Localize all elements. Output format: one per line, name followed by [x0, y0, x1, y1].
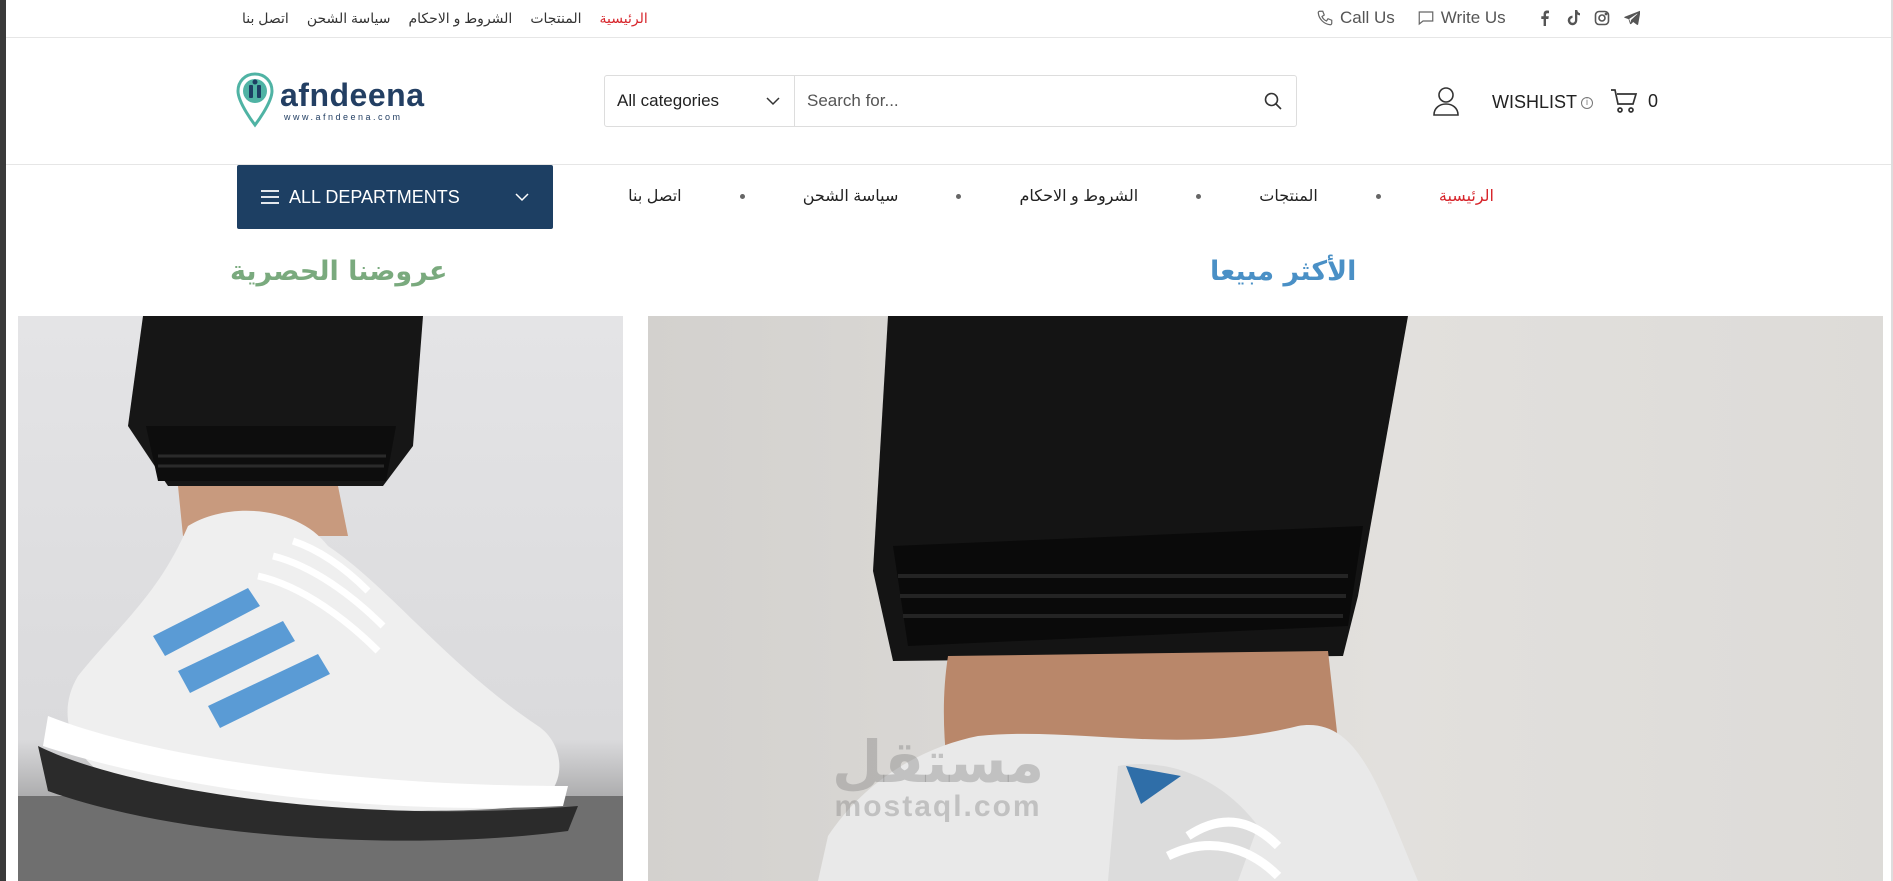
- logo-wordmark: afndeena www.afndeena.com: [280, 78, 424, 122]
- category-select[interactable]: All categories: [605, 76, 795, 126]
- top-link-shipping[interactable]: سياسة الشحن: [307, 10, 391, 27]
- social-links: [1538, 10, 1640, 26]
- chat-icon: [1417, 9, 1435, 27]
- top-contact-area: Call Us Write Us: [1316, 8, 1640, 28]
- category-select-value: All categories: [617, 91, 720, 110]
- account-button[interactable]: [1432, 86, 1460, 116]
- all-departments-label: ALL DEPARTMENTS: [289, 186, 460, 207]
- nav-separator: [739, 193, 745, 199]
- top-link-contact[interactable]: اتصل بنا: [242, 10, 289, 27]
- wishlist-label: WISHLIST: [1492, 92, 1578, 112]
- exclusive-offer-banner-image[interactable]: [18, 316, 623, 881]
- top-link-home[interactable]: الرئيسية: [600, 10, 648, 27]
- search-bar: All categories: [604, 75, 1297, 127]
- all-departments-button[interactable]: ALL DEPARTMENTS: [237, 165, 553, 229]
- chevron-down-icon: [766, 96, 780, 106]
- nav-item-products[interactable]: المنتجات: [1259, 186, 1318, 206]
- nav-item-terms[interactable]: الشروط و الاحكام: [1020, 186, 1139, 206]
- nav-item-contact[interactable]: اتصل بنا: [628, 186, 682, 206]
- logo-url: www.afndeena.com: [284, 112, 403, 122]
- call-us-link[interactable]: Call Us: [1316, 8, 1395, 28]
- tiktok-icon[interactable]: [1566, 10, 1580, 26]
- cart-count: 0: [1648, 90, 1659, 111]
- nav-item-home[interactable]: الرئيسية: [1439, 186, 1494, 206]
- main-nav: اتصل بنا سياسة الشحن الشروط و الاحكام ال…: [628, 186, 1494, 206]
- main-header: afndeena www.afndeena.com All categories…: [6, 38, 1891, 165]
- info-icon: i: [1581, 96, 1594, 109]
- nav-item-shipping[interactable]: سياسة الشحن: [803, 186, 899, 206]
- top-links: اتصل بنا سياسة الشحن الشروط و الاحكام ال…: [242, 10, 648, 27]
- top-link-products[interactable]: المنتجات: [530, 10, 581, 27]
- instagram-icon[interactable]: [1594, 10, 1610, 26]
- cart-button[interactable]: 0: [1610, 88, 1658, 114]
- nav-separator: [1196, 193, 1202, 199]
- top-link-terms[interactable]: الشروط و الاحكام: [409, 10, 513, 27]
- top-bar: اتصل بنا سياسة الشحن الشروط و الاحكام ال…: [6, 0, 1891, 38]
- write-us-link[interactable]: Write Us: [1417, 8, 1506, 28]
- location-pin-logo-icon: [236, 72, 274, 128]
- chevron-down-icon: [515, 192, 529, 202]
- facebook-icon[interactable]: [1538, 10, 1552, 26]
- best-sellers-title: الأكثر مبيعا: [1210, 256, 1357, 287]
- exclusive-offers-title: عروضنا الحصرية: [230, 256, 448, 287]
- phone-icon: [1316, 9, 1334, 27]
- search-input[interactable]: [795, 76, 1250, 126]
- wishlist-link[interactable]: WISHLIST i: [1492, 92, 1594, 113]
- best-seller-banner-image[interactable]: [648, 316, 1883, 881]
- user-icon: [1432, 86, 1460, 116]
- write-us-label: Write Us: [1440, 8, 1506, 27]
- site-logo[interactable]: afndeena www.afndeena.com: [236, 72, 424, 128]
- logo-name: afndeena: [280, 77, 425, 113]
- search-button[interactable]: [1250, 76, 1296, 126]
- telegram-icon[interactable]: [1623, 10, 1640, 26]
- nav-separator: [956, 193, 962, 199]
- search-icon: [1264, 92, 1282, 110]
- menu-icon: [261, 190, 279, 204]
- cart-icon: [1610, 88, 1638, 114]
- nav-separator: [1375, 193, 1381, 199]
- call-us-label: Call Us: [1340, 8, 1395, 27]
